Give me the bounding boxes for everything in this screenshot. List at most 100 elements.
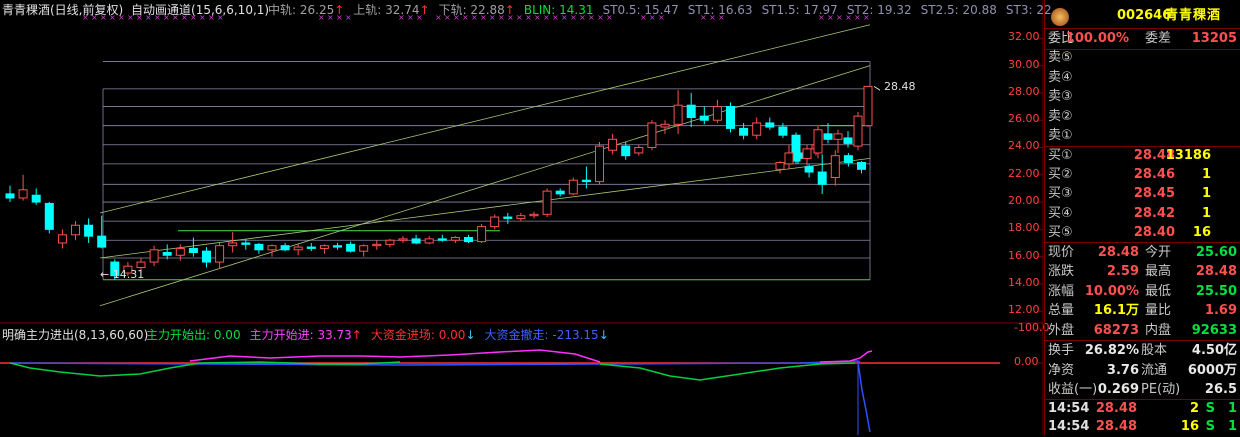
tick-row: 14:54 28.48 16 S 1: [1045, 417, 1240, 437]
price-axis-label: 22.00: [1008, 166, 1040, 180]
stat-label: 换手: [1048, 343, 1075, 358]
stock-logo-icon: [1051, 8, 1069, 26]
main-indicator-value: 16.63: [718, 3, 753, 17]
sub-indicator-value: 0.00: [438, 328, 466, 342]
main-indicator-item: 中轨: 26.25↑: [268, 3, 344, 17]
stat-value: 4.50亿: [1191, 343, 1237, 358]
stock-title-bar: 002646 青青稞酒: [1045, 6, 1240, 30]
candle-body: [215, 245, 225, 263]
stat-row: 净资 3.76 流通 6000万: [1045, 361, 1240, 381]
trend-channel-line: [99, 158, 871, 259]
stat-row: 换手 26.82% 股本 4.50亿: [1045, 341, 1240, 361]
stock-code: 002646: [1117, 8, 1172, 23]
sub-indicator-values: 主力开始出: 0.00 主力开始进: 33.73↑ 大资金进场: 0.00↓ 大资金撤…: [146, 327, 618, 343]
candle-body: [306, 246, 316, 249]
quote-value: 2.59: [1106, 264, 1139, 280]
quote-label: 内盘: [1145, 322, 1172, 338]
high-price-annotation: 28.48: [884, 80, 916, 93]
candle-body: [542, 190, 552, 215]
buy-row: 买① 28.48 13186: [1045, 146, 1240, 166]
candle-body: [57, 234, 67, 244]
buy-row: 买③ 28.45 1: [1045, 184, 1240, 204]
tick-price: 28.48: [1095, 401, 1137, 416]
candle-body: [863, 85, 873, 127]
main-indicator-label: ST2:: [846, 3, 878, 17]
candle-body: [621, 145, 631, 157]
main-indicator-label: ST1:: [687, 3, 719, 17]
buy-level-label: 买③: [1048, 186, 1073, 202]
stat-label: 收益(一): [1048, 382, 1098, 397]
candle-body: [346, 243, 356, 252]
candle-body: [241, 242, 251, 245]
quote-row: 涨幅 10.00% 最低 25.50: [1045, 282, 1240, 302]
candle-body: [804, 166, 814, 173]
candle-body: [686, 104, 696, 118]
main-indicator-item: ST1.5: 17.97: [762, 3, 838, 17]
candle-body: [188, 247, 198, 254]
quote-label: 今开: [1145, 245, 1172, 260]
candle-body: [830, 155, 840, 179]
candle-body: [529, 213, 539, 217]
stat-label: PE(动): [1141, 382, 1181, 397]
buy-row: 买④ 28.42 1: [1045, 204, 1240, 224]
stat-value: 0.269: [1097, 382, 1139, 397]
tick-volume: 2: [1189, 401, 1199, 416]
candle-body: [385, 239, 395, 245]
candle-body: [726, 106, 735, 129]
candle-body: [739, 127, 749, 136]
quote-value: 28.48: [1097, 245, 1139, 260]
low-price-annotation: ← 14.31: [100, 268, 145, 281]
sub-indicator-item: 主力开始进: 33.73↑: [250, 328, 362, 342]
main-indicator-value: 22.88: [470, 3, 505, 17]
low-price-value: 14.31: [112, 268, 145, 281]
tick-price: 28.48: [1095, 419, 1137, 434]
buy-level-label: 买②: [1048, 167, 1073, 183]
candle-body: [372, 243, 382, 247]
main-indicator-value: 20.88: [962, 3, 997, 17]
sell-level-label: 卖④: [1048, 69, 1073, 85]
sub-indicator-value: 0.00: [213, 328, 241, 342]
candle-body: [31, 194, 41, 203]
main-chart-header: 青青稞酒(日线,前复权) 自动画通道(15,6,6,10,1): [2, 2, 269, 18]
stat-row: 收益(一) 0.269 PE(动) 26.5: [1045, 380, 1240, 400]
main-indicator-values: 中轨: 26.25↑ 上轨: 32.74↑ 下轨: 22.88↑ BLIN: 14.3…: [268, 2, 1064, 18]
main-indicator-item: ST2: 19.32: [847, 3, 912, 17]
candle-body: [568, 179, 578, 195]
candle-body: [437, 238, 447, 241]
main-indicator-value: 32.74: [385, 3, 420, 17]
buy-price: 28.42: [1133, 205, 1175, 221]
quote-row: 总量 16.1万 量比 1.69: [1045, 301, 1240, 321]
candle-body: [843, 137, 853, 144]
indicator-name: 自动画通道(15,6,6,10,1): [131, 3, 270, 17]
buy-volume: 16: [1192, 224, 1211, 240]
main-indicator-label: ST0.5:: [602, 3, 645, 17]
candle-body: [813, 129, 823, 154]
candle-body: [84, 224, 94, 237]
buy-level-label: 买①: [1048, 148, 1073, 163]
main-indicator-value: 19.32: [877, 3, 912, 17]
stock-name: 青青稞酒: [1165, 8, 1222, 23]
kline-chart[interactable]: × × × × × × × × × × × × × × × × × × × × × × × × × × × × × × × × × × × × × × × ×…: [0, 0, 1043, 435]
main-indicator-label: ST1.5:: [761, 3, 804, 17]
main-chart-area[interactable]: × × × × × × × × × × × × × × × × × × × × × × × × × × × × × × × × × × × × × × × ×…: [0, 0, 1055, 435]
trend-channel-line: [99, 24, 871, 214]
buy-price: 28.40: [1133, 224, 1175, 240]
candle-body: [647, 122, 657, 148]
trend-channel-line: [99, 65, 871, 307]
candle-body: [833, 133, 843, 140]
main-indicator-label: BLIN:: [523, 3, 560, 17]
candle-body: [490, 216, 500, 228]
candle-body: [293, 246, 303, 251]
sell-level-label: 卖③: [1048, 89, 1073, 104]
price-axis-label: 12.00: [1008, 303, 1040, 317]
candle-body: [450, 237, 460, 241]
quote-label: 涨幅: [1048, 283, 1075, 299]
main-force-in-line: [819, 350, 873, 363]
candle-body: [18, 189, 28, 199]
main-force-out-line: [599, 362, 856, 381]
sub-indicator-label: 主力开始进:: [249, 328, 318, 342]
candle-body: [175, 247, 185, 256]
tick-time: 14:54: [1048, 419, 1090, 434]
candle-body: [712, 106, 722, 121]
main-indicator-label: ST3:: [1005, 3, 1037, 17]
